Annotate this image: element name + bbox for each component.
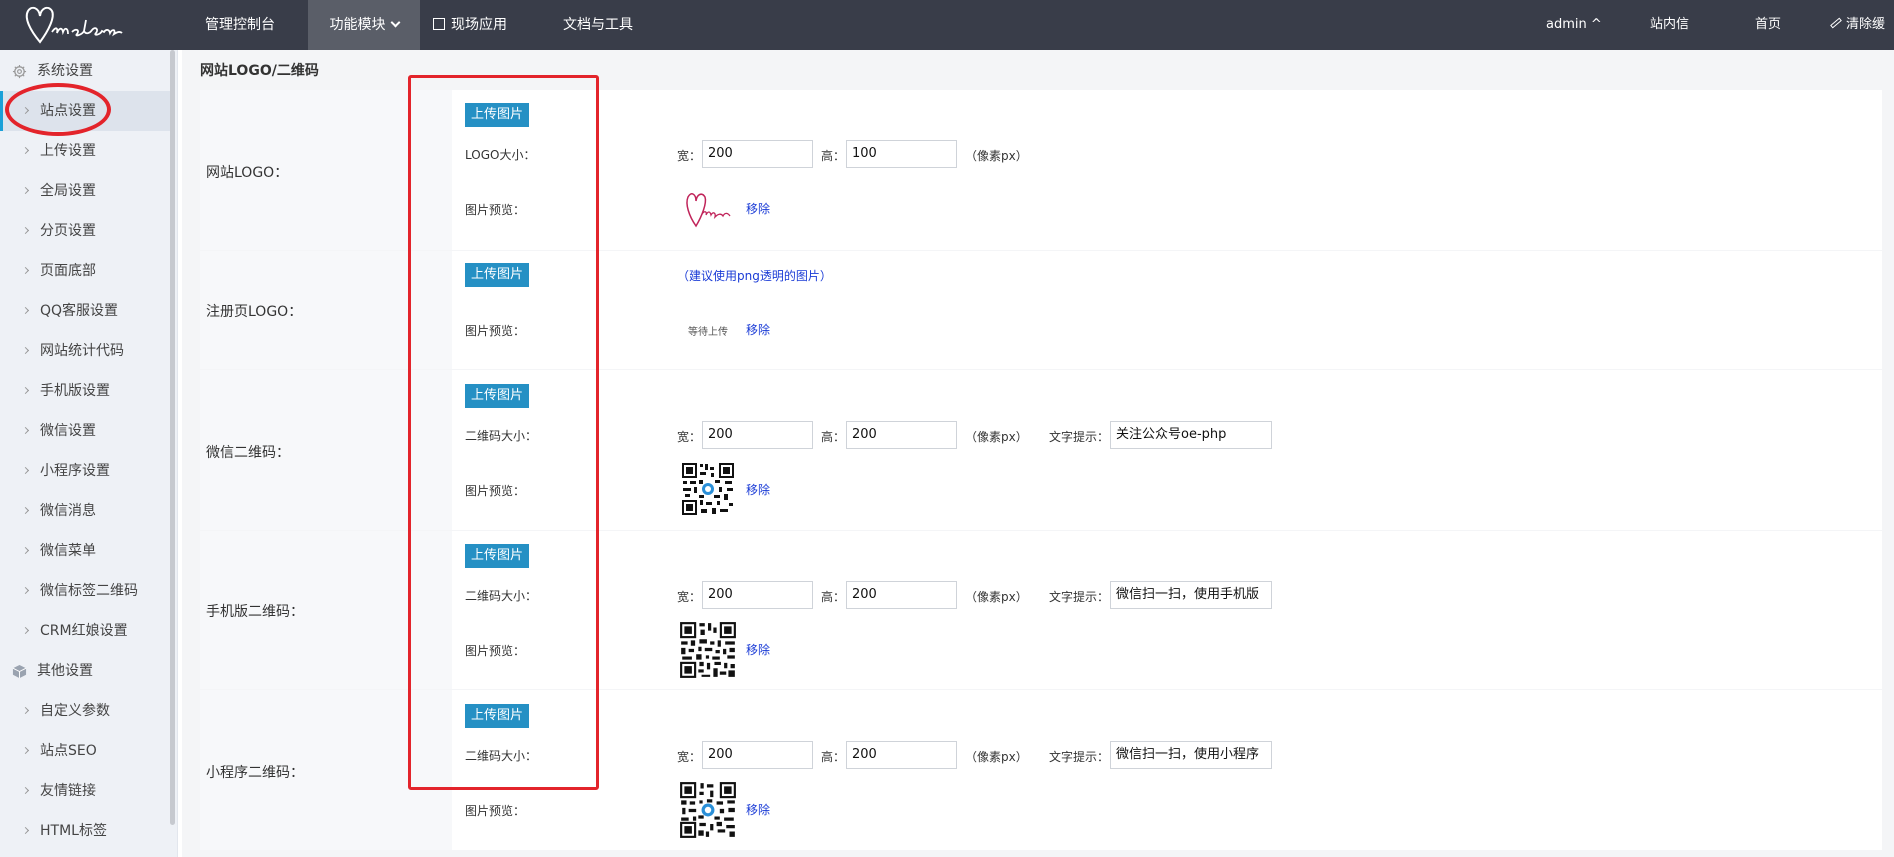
nav-function-modules[interactable]: 功能模块 [308, 0, 420, 50]
unit-text: （像素px） [965, 590, 1028, 604]
user-menu[interactable]: admin ^ [1546, 0, 1602, 50]
nav-home[interactable]: 首页 [1755, 0, 1781, 50]
sidebar-item-site-seo[interactable]: 站点SEO [0, 731, 170, 771]
image-preview-label: 图片预览： [465, 804, 526, 818]
chevron-right-icon [21, 426, 30, 435]
sidebar-item-wechat-settings[interactable]: 微信设置 [0, 411, 170, 451]
nav-docs-tools[interactable]: 文档与工具 [548, 0, 648, 50]
chevron-right-icon [21, 186, 30, 195]
sidebar-item-qq-service[interactable]: QQ客服设置 [0, 291, 170, 331]
sidebar-item-html-tags[interactable]: HTML标签 [0, 811, 170, 851]
section-title: 网站LOGO/二维码 [200, 63, 319, 79]
gear-icon [12, 64, 27, 79]
miniprogram-qr-height-input[interactable]: 200 [846, 741, 957, 769]
chevron-right-icon [21, 626, 30, 635]
sidebar-item-wechat-messages[interactable]: 微信消息 [0, 491, 170, 531]
nav-onsite-apps[interactable]: 现场应用 [420, 0, 520, 50]
width-label: 宽： [677, 149, 702, 163]
chevron-right-icon [21, 226, 30, 235]
melone-logo-icon [25, 6, 123, 44]
mobile-qr-width-input[interactable]: 200 [702, 581, 813, 609]
sidebar-item-page-footer[interactable]: 页面底部 [0, 251, 170, 291]
chevron-right-icon [21, 146, 30, 155]
chevron-down-icon [390, 17, 400, 28]
nav-messages[interactable]: 站内信 [1650, 0, 1689, 50]
height-label: 高： [821, 590, 846, 604]
red-highlight-box [408, 75, 599, 790]
text-tip-label: 文字提示： [1049, 590, 1110, 604]
sidebar-item-crm-settings[interactable]: CRM红娘设置 [0, 611, 170, 651]
chevron-right-icon [21, 786, 30, 795]
chevron-right-icon [21, 826, 30, 835]
mobile-qr-height-input[interactable]: 200 [846, 581, 957, 609]
chevron-right-icon [21, 266, 30, 275]
text-tip-label: 文字提示： [1049, 750, 1110, 764]
miniprogram-qr-width-input[interactable]: 200 [702, 741, 813, 769]
height-label: 高： [821, 750, 846, 764]
remove-link[interactable]: 移除 [746, 321, 770, 338]
height-label: 高： [821, 430, 846, 444]
remove-link[interactable]: 移除 [746, 641, 770, 658]
text-tip-label: 文字提示： [1049, 430, 1110, 444]
miniprogram-qr-tip-input[interactable]: 微信扫一扫，使用小程序 [1110, 741, 1272, 769]
mobile-qr-tip-input[interactable]: 微信扫一扫，使用手机版 [1110, 581, 1272, 609]
chevron-right-icon [21, 386, 30, 395]
chevron-right-icon [21, 506, 30, 515]
clear-cache-button[interactable]: 清除缓存 [1830, 0, 1894, 82]
sidebar-item-global-settings[interactable]: 全局设置 [0, 171, 170, 211]
logo-width-input[interactable]: 200 [702, 140, 813, 168]
chevron-right-icon [21, 346, 30, 355]
sidebar-item-custom-params[interactable]: 自定义参数 [0, 691, 170, 731]
site-logo[interactable] [22, 2, 132, 48]
qrcode-preview-image [681, 462, 735, 516]
sidebar-group-system-settings[interactable]: 系统设置 [0, 51, 170, 91]
wechat-qr-tip-input[interactable]: 关注公众号oe-php [1110, 421, 1272, 449]
top-navbar: 管理控制台 功能模块 现场应用 文档与工具 admin ^ 站内信 首页 清除缓… [0, 0, 1894, 82]
remove-link[interactable]: 移除 [746, 200, 770, 217]
chevron-right-icon [21, 706, 30, 715]
unit-text: （像素px） [965, 750, 1028, 764]
unit-text: （像素px） [965, 149, 1028, 163]
row-field-register-logo [452, 251, 1882, 369]
width-label: 宽： [677, 590, 702, 604]
cube-icon [12, 664, 27, 679]
qrcode-preview-image [679, 621, 737, 679]
logo-height-input[interactable]: 100 [846, 140, 957, 168]
chevron-right-icon [21, 586, 30, 595]
sidebar-item-mobile-settings[interactable]: 手机版设置 [0, 371, 170, 411]
width-label: 宽： [677, 750, 702, 764]
chevron-right-icon [21, 466, 30, 475]
chevron-right-icon [21, 746, 30, 755]
red-highlight-circle [5, 83, 111, 136]
pending-upload-text: 等待上传 [688, 327, 728, 338]
row-field-miniprogram-qrcode [452, 690, 1882, 850]
sidebar-item-stats-code[interactable]: 网站统计代码 [0, 331, 170, 371]
sidebar-item-upload-settings[interactable]: 上传设置 [0, 131, 170, 171]
wechat-qr-height-input[interactable]: 200 [846, 421, 957, 449]
chevron-right-icon [21, 306, 30, 315]
sidebar-scrollbar[interactable] [170, 50, 175, 825]
chevron-right-icon [21, 546, 30, 555]
png-hint-text: （建议使用png透明的图片） [677, 269, 832, 283]
sidebar-group-other-settings[interactable]: 其他设置 [0, 651, 170, 691]
height-label: 高： [821, 149, 846, 163]
nav-management-console[interactable]: 管理控制台 [186, 0, 294, 50]
row-field-site-logo [452, 90, 1882, 250]
logo-preview-image [686, 193, 731, 228]
sidebar-item-wechat-menu[interactable]: 微信菜单 [0, 531, 170, 571]
row-field-wechat-qrcode [452, 370, 1882, 530]
width-label: 宽： [677, 430, 702, 444]
wechat-qr-width-input[interactable]: 200 [702, 421, 813, 449]
unit-text: （像素px） [965, 430, 1028, 444]
sidebar-item-friend-links[interactable]: 友情链接 [0, 771, 170, 811]
remove-link[interactable]: 移除 [746, 481, 770, 498]
sidebar-item-wechat-tag-qrcode[interactable]: 微信标签二维码 [0, 571, 170, 611]
sidebar-item-miniprogram-settings[interactable]: 小程序设置 [0, 451, 170, 491]
qrcode-preview-image [679, 781, 737, 839]
sidebar-item-pagination-settings[interactable]: 分页设置 [0, 211, 170, 251]
cube-icon [433, 18, 445, 30]
remove-link[interactable]: 移除 [746, 801, 770, 818]
row-field-mobile-qrcode [452, 531, 1882, 689]
brush-icon [1830, 17, 1842, 29]
